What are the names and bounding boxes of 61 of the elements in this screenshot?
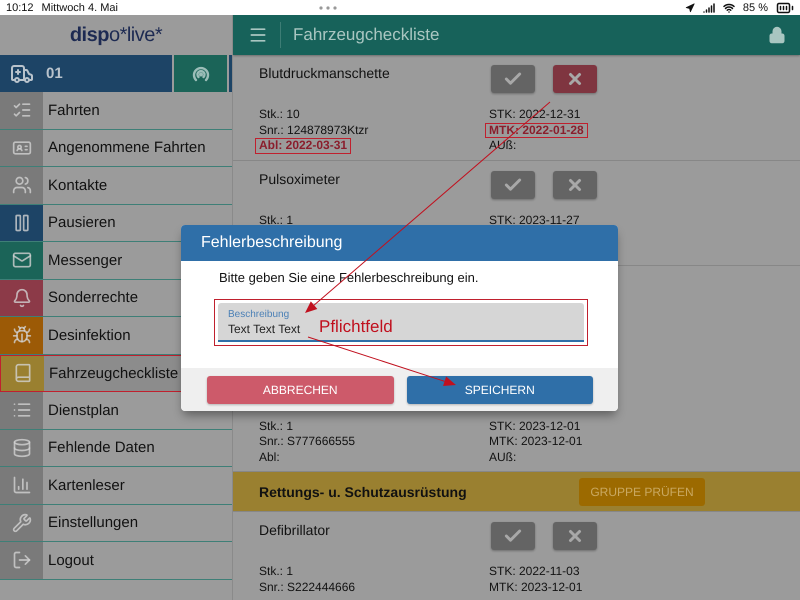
item-detail: STK: 2023-11-27 (488, 212, 580, 228)
item-detail: Stk.: 1 (258, 564, 294, 580)
fail-button[interactable] (553, 170, 597, 198)
close-icon (566, 527, 584, 545)
item-detail: MTK: 2022-01-28 (485, 122, 588, 138)
bar-chart-icon (12, 475, 32, 496)
close-icon (566, 70, 584, 88)
item-detail: Stk.: 1 (258, 212, 294, 228)
status-date: Mittwoch 4. Mai (42, 2, 118, 14)
battery-icon (776, 0, 794, 16)
group-title: Rettungs- u. Schutzausrüstung (259, 484, 468, 500)
lock-icon (768, 26, 786, 44)
ok-button[interactable] (491, 522, 535, 550)
status-time: 10:12 (6, 2, 34, 14)
users-icon (12, 175, 32, 196)
item-detail: Stk.: 1 (258, 418, 294, 434)
ok-button[interactable] (491, 65, 535, 93)
bug-icon (12, 325, 32, 346)
more-dots-icon (318, 6, 337, 10)
broadcast-button[interactable] (174, 55, 227, 92)
item-detail: STK: 2023-12-01 (488, 418, 582, 434)
wifi-icon (722, 2, 735, 14)
sidebar-item[interactable]: Einstellungen (0, 504, 232, 542)
item-detail: Abl: (258, 450, 281, 465)
wrench-icon (12, 512, 32, 533)
item-name: Defibrillator (259, 522, 330, 538)
battery-level: 85 % (742, 2, 768, 14)
item-detail: Abl: 2022-03-31 (255, 138, 352, 154)
database-icon (12, 438, 32, 458)
annotation-label: Pflichtfeld (319, 317, 393, 337)
item-detail: MTK: 2023-12-01 (488, 434, 584, 450)
signal-icon (702, 2, 715, 14)
item-detail: Snr.: 124878973Ktzr (258, 122, 370, 138)
item-detail: Snr.: S222444666 (258, 580, 356, 595)
bell-icon (12, 288, 32, 308)
ok-button[interactable] (491, 170, 535, 198)
fail-button[interactable] (553, 522, 597, 550)
item-detail: Snr.: S777666555 (258, 434, 356, 450)
sidebar-item[interactable]: Fahrten (0, 92, 232, 130)
save-button[interactable]: SPEICHERN (406, 376, 593, 404)
sidebar-item[interactable]: Kontakte (0, 167, 232, 204)
cancel-button[interactable]: ABBRECHEN (207, 376, 394, 404)
book-icon (12, 363, 32, 384)
fail-button[interactable] (553, 65, 597, 93)
app-logo: dispo*live* (70, 24, 162, 46)
item-detail: AUß: (488, 450, 518, 465)
sidebar-item[interactable]: Angenommene Fahrten (0, 130, 232, 167)
item-name: Pulsoximeter (259, 170, 340, 186)
sidebar-item[interactable]: Kartenleser (0, 467, 232, 504)
item-detail: MTK: 2023-12-01 (488, 580, 584, 595)
sidebar-item[interactable]: Logout (0, 542, 232, 580)
item-detail: STK: 2022-11-03 (488, 564, 580, 580)
logout-icon (12, 550, 32, 570)
mail-icon (12, 250, 32, 270)
vehicle-button[interactable]: 01 (0, 55, 172, 92)
page-title: Fahrzeugcheckliste (293, 25, 440, 45)
item-name: Blutdruckmanschette (259, 65, 390, 81)
item-detail: Stk.: 10 (258, 107, 301, 122)
lock-button[interactable] (768, 26, 786, 44)
sidebar-item[interactable]: Fehlende Daten (0, 430, 232, 467)
location-icon (684, 2, 695, 12)
